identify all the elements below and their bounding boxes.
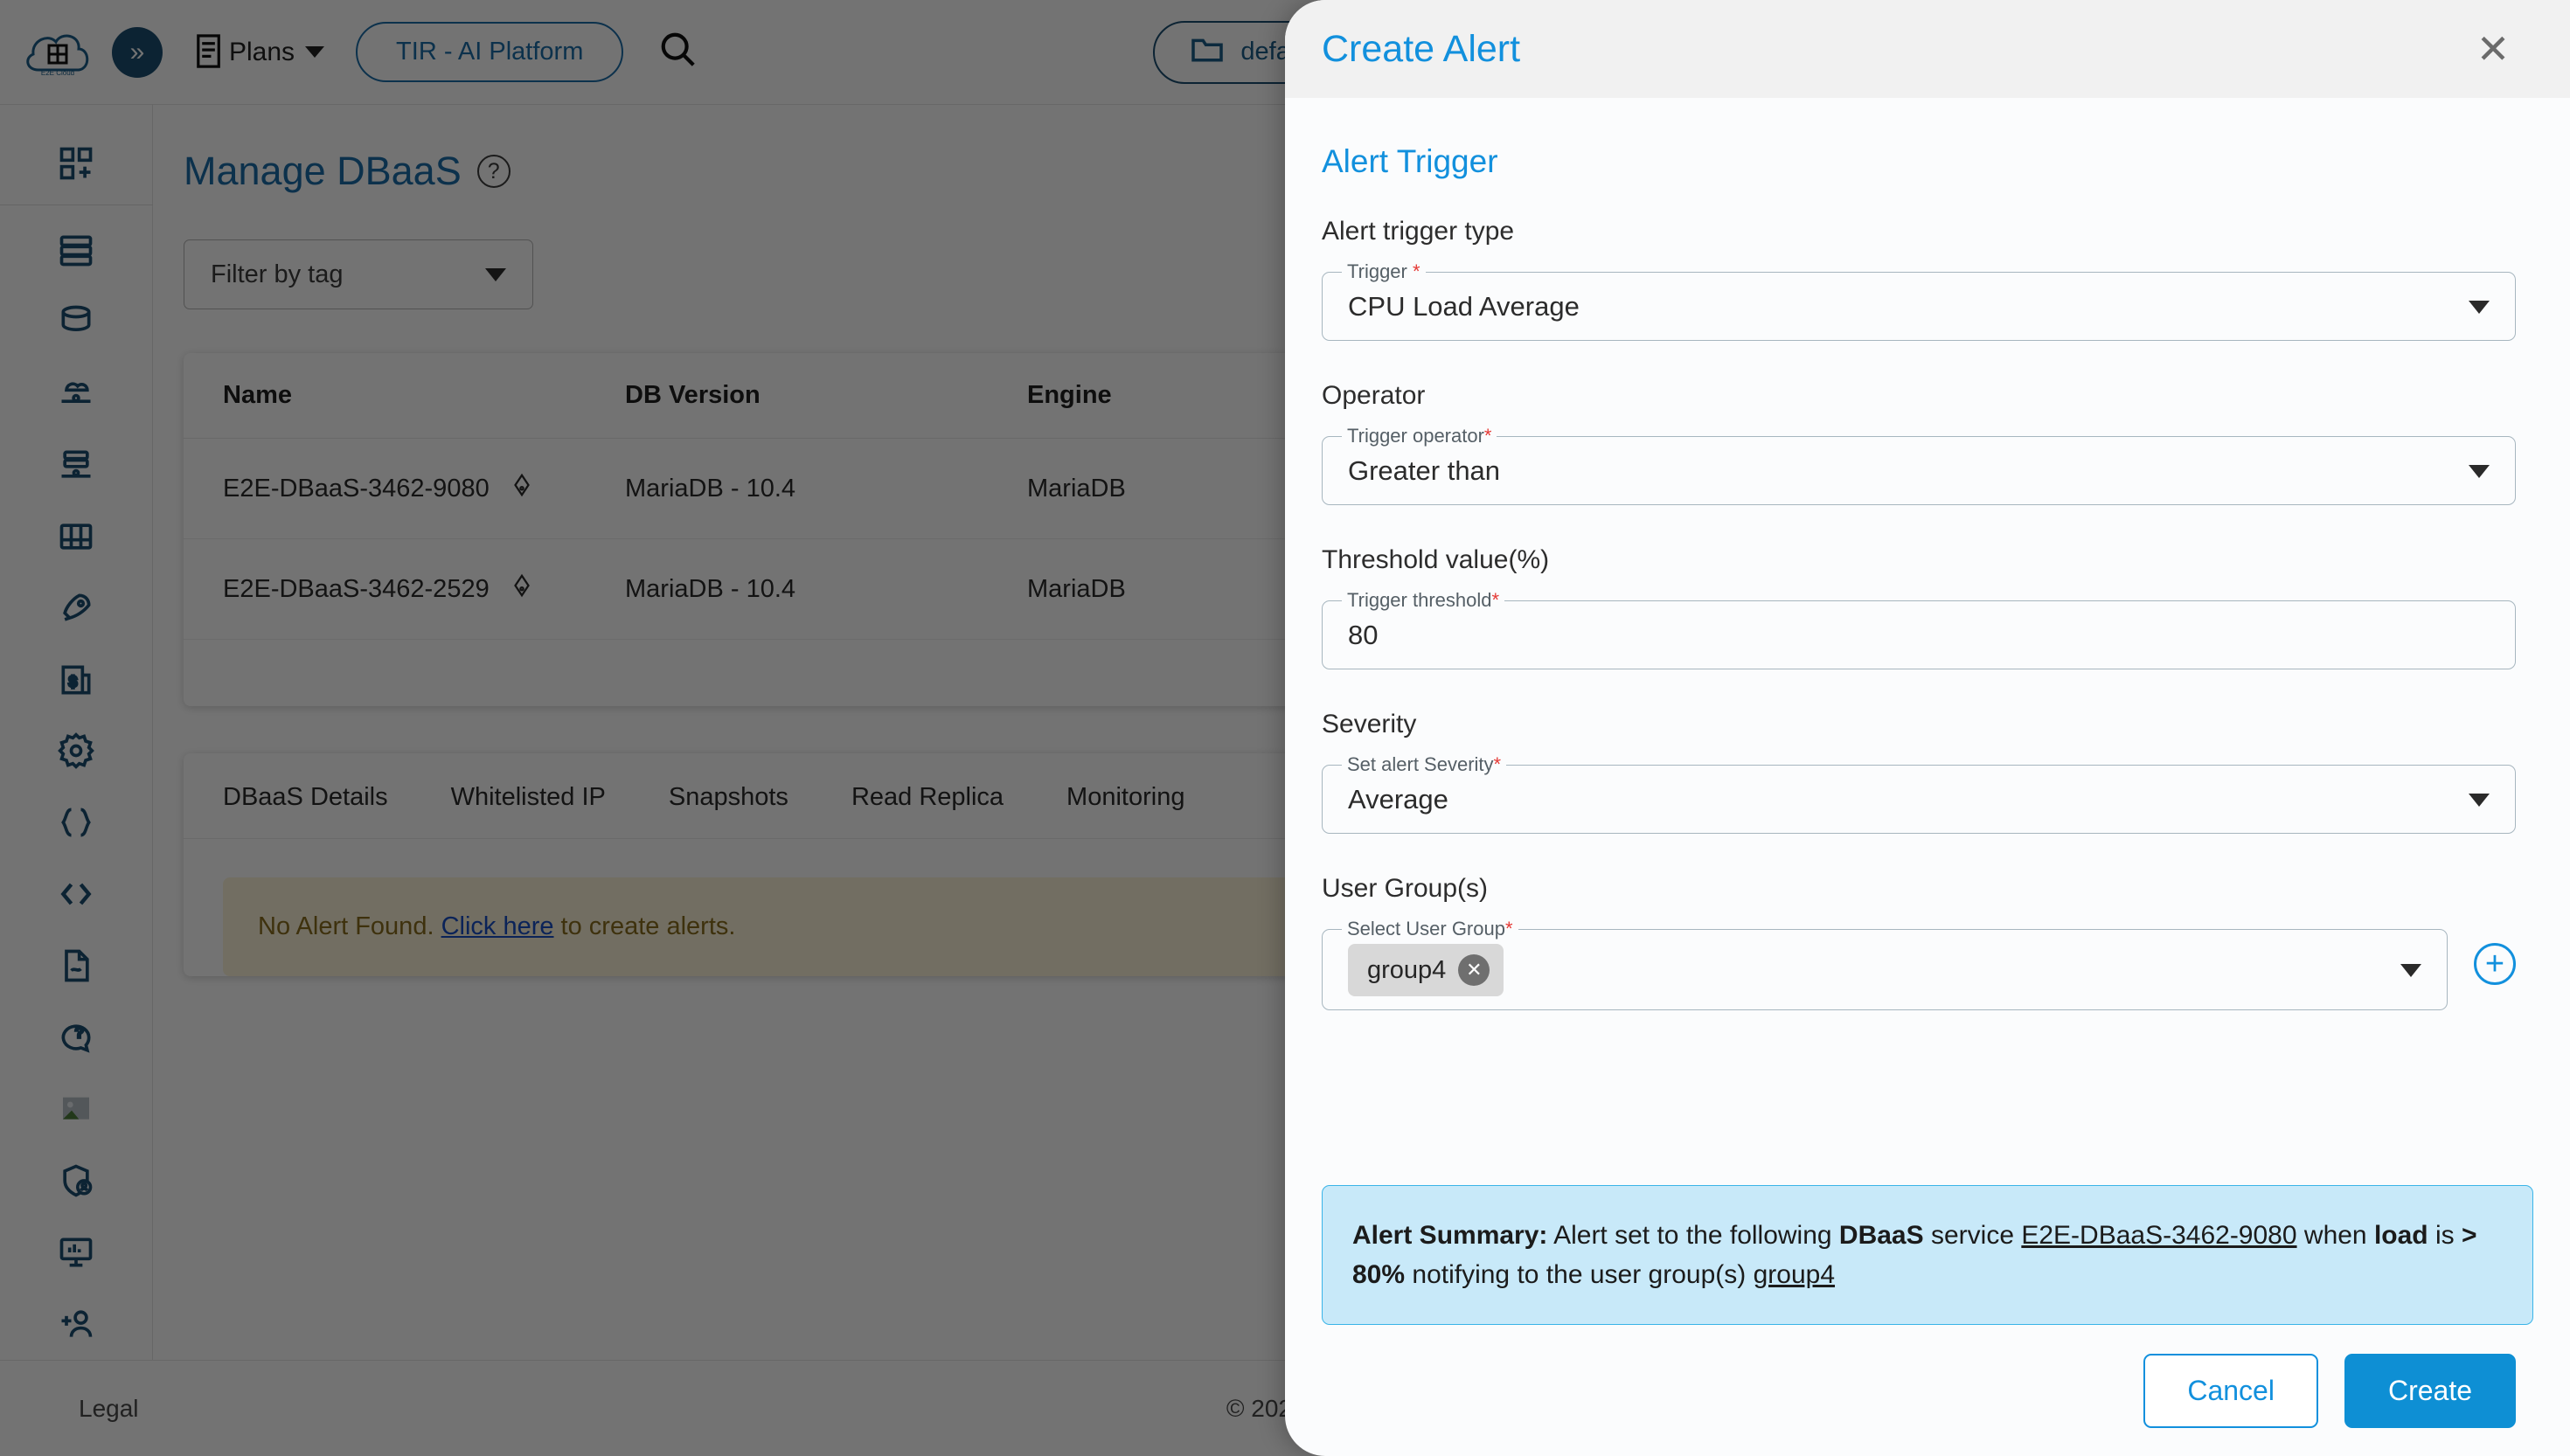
summary-group: group4 [1753, 1260, 1836, 1289]
create-button[interactable]: Create [2344, 1353, 2516, 1428]
severity-select[interactable]: Set alert Severity* Average [1322, 753, 2516, 834]
trigger-threshold-input[interactable]: Trigger threshold* 80 [1322, 589, 2516, 669]
threshold-value: 80 [1348, 620, 1379, 650]
summary-service: E2E-DBaaS-3462-9080 [2021, 1221, 2297, 1250]
summary-label: Alert Summary: [1352, 1221, 1548, 1250]
operator-value: Greater than [1348, 455, 1501, 486]
user-group-row: Select User Group* group4 ✕ + [1322, 918, 2516, 1010]
summary-t5: notifying to the user group(s) [1405, 1260, 1754, 1289]
alert-summary-box: Alert Summary: Alert set to the followin… [1322, 1185, 2533, 1325]
chip-remove-icon[interactable]: ✕ [1458, 954, 1490, 986]
close-icon[interactable]: ✕ [2470, 26, 2516, 72]
trigger-operator-select[interactable]: Trigger operator* Greater than [1322, 425, 2516, 505]
chevron-down-icon [2469, 300, 2490, 314]
alert-trigger-section-title: Alert Trigger [1322, 143, 1498, 179]
add-user-group-icon[interactable]: + [2474, 943, 2516, 985]
summary-t2: service [1923, 1221, 2022, 1250]
trigger-select[interactable]: Trigger * CPU Load Average [1322, 260, 2516, 341]
dialog-header: Create Alert ✕ [1285, 0, 2570, 98]
user-group-chip[interactable]: group4 ✕ [1348, 944, 1504, 996]
summary-t1: Alert set to the following [1547, 1221, 1839, 1250]
cancel-button[interactable]: Cancel [2143, 1353, 2318, 1428]
chip-label: group4 [1367, 955, 1447, 984]
severity-value: Average [1348, 784, 1448, 815]
trigger-value: CPU Load Average [1348, 291, 1580, 322]
app-root: E2E Cloud » Plans TIR - AI Platform [0, 0, 2570, 1456]
summary-b2: load [2373, 1221, 2428, 1250]
create-alert-dialog: Create Alert ✕ Alert Trigger Alert trigg… [1285, 0, 2570, 1456]
dialog-title: Create Alert [1322, 27, 1521, 70]
threshold-label: Threshold value(%) [1322, 545, 1550, 574]
chevron-down-icon [2469, 464, 2490, 478]
user-groups-label: User Group(s) [1322, 874, 1489, 903]
summary-t4: is [2428, 1221, 2462, 1250]
summary-t3: when [2296, 1221, 2374, 1250]
chevron-down-icon [2400, 963, 2421, 977]
summary-b1: DBaaS [1838, 1221, 1924, 1250]
dialog-body: Alert Trigger Alert trigger type Trigger… [1285, 98, 2570, 1129]
severity-label: Severity [1322, 710, 1417, 738]
operator-label: Operator [1322, 381, 1426, 410]
select-user-group[interactable]: Select User Group* group4 ✕ [1322, 918, 2448, 1010]
dialog-footer: Cancel Create [1285, 1325, 2570, 1456]
alert-trigger-type-label: Alert trigger type [1322, 217, 1515, 246]
chevron-down-icon [2469, 793, 2490, 807]
